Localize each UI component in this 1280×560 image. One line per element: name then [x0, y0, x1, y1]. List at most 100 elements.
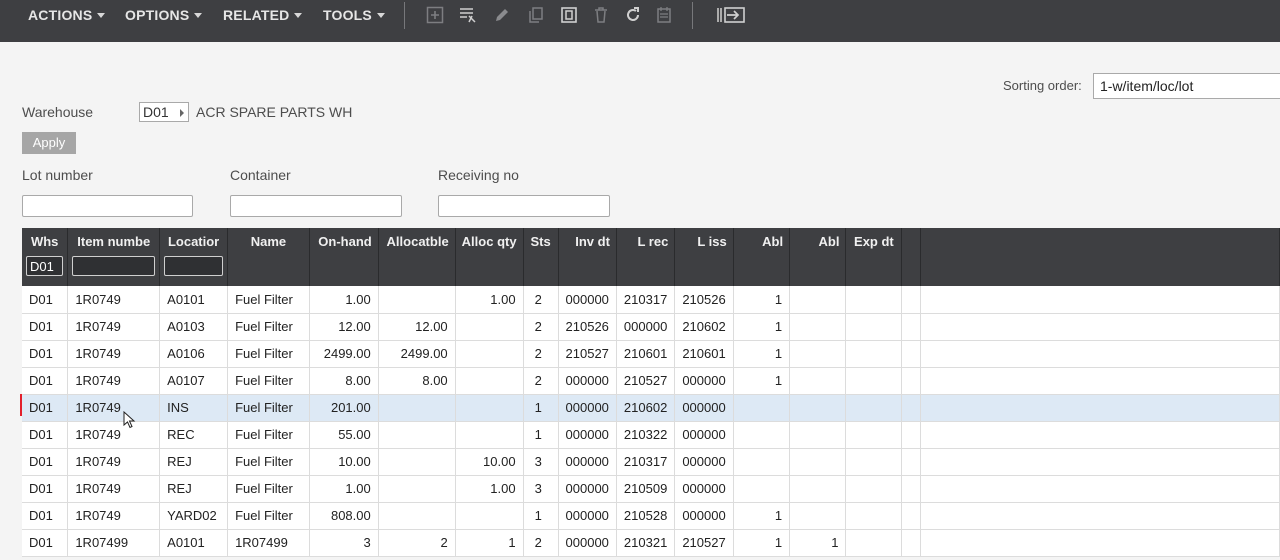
- menu-tools[interactable]: TOOLS: [323, 6, 385, 24]
- container-label: Container: [230, 167, 291, 183]
- table-cell: 1: [733, 529, 791, 557]
- column-header[interactable]: [901, 228, 922, 286]
- table-cell: 3: [309, 529, 379, 557]
- column-header[interactable]: On-hand: [309, 228, 379, 286]
- column-header[interactable]: Locatior: [159, 228, 229, 286]
- table-cell: 1: [455, 529, 524, 557]
- table-cell: [901, 448, 922, 476]
- lot-number-input[interactable]: [22, 195, 193, 217]
- column-header[interactable]: Exp dt: [845, 228, 903, 286]
- calendar-icon[interactable]: [654, 5, 674, 25]
- table-cell: [378, 502, 456, 530]
- table-row[interactable]: D01 1R0749 REC Fuel Filter 55.00 1 000000 21032…: [22, 421, 1280, 449]
- table-cell: 210601: [616, 340, 676, 368]
- column-filter-input[interactable]: [72, 256, 156, 276]
- table-row[interactable]: D01 1R0749 INS Fuel Filter 201.00 1 000000 2106…: [22, 394, 1280, 422]
- receiving-no-input[interactable]: [438, 195, 610, 217]
- table-cell: 210321: [616, 529, 676, 557]
- warehouse-label: Warehouse: [22, 104, 94, 120]
- table-row[interactable]: D01 1R0749 A0103 Fuel Filter 12.00 12.00 2 2105…: [22, 313, 1280, 341]
- column-header-filler: [920, 228, 1280, 286]
- table-cell: [901, 340, 922, 368]
- column-header-label: Whs: [30, 234, 59, 249]
- table-row[interactable]: D01 1R0749 A0106 Fuel Filter 2499.00 2499.00 2…: [22, 340, 1280, 368]
- table-cell: 210509: [616, 475, 676, 503]
- filter-list-icon[interactable]: [458, 5, 478, 25]
- table-cell: 000000: [558, 421, 617, 449]
- refresh-icon[interactable]: [623, 5, 643, 25]
- navigate-icon[interactable]: [716, 5, 746, 25]
- table-cell: [845, 367, 903, 395]
- table-cell: [733, 475, 791, 503]
- apply-button[interactable]: Apply: [22, 132, 76, 154]
- copy-icon[interactable]: [526, 5, 546, 25]
- menu-actions[interactable]: ACTIONS: [28, 6, 106, 24]
- column-header[interactable]: Allocatble: [378, 228, 456, 286]
- table-cell: Fuel Filter: [227, 313, 310, 341]
- balance-table: Whs Item numbe Locatior Name On-hand Allocatb…: [22, 228, 1280, 557]
- table-cell: 2: [378, 529, 456, 557]
- table-row[interactable]: D01 1R07499 A0101 1R07499 3 2 1 2 000000 210321 21…: [22, 529, 1280, 557]
- mouse-cursor-icon: [123, 411, 136, 429]
- column-header[interactable]: Sts: [523, 228, 559, 286]
- table-row[interactable]: D01 1R0749 REJ Fuel Filter 10.00 10.00 3 000000…: [22, 448, 1280, 476]
- table-cell: Fuel Filter: [227, 475, 310, 503]
- sorting-order-select[interactable]: 1-w/item/loc/lot: [1093, 73, 1280, 99]
- table-cell: INS: [159, 394, 229, 422]
- column-filter-input[interactable]: [26, 256, 64, 276]
- container-input[interactable]: [230, 195, 402, 217]
- table-cell: Fuel Filter: [227, 286, 310, 314]
- menu-related[interactable]: RELATED: [223, 6, 303, 24]
- edit-icon[interactable]: [492, 5, 512, 25]
- table-cell: 2: [523, 340, 559, 368]
- warehouse-prompt-field[interactable]: D01: [139, 102, 189, 122]
- column-header[interactable]: Alloc qty: [455, 228, 524, 286]
- add-icon[interactable]: [425, 5, 445, 25]
- table-cell: 808.00: [309, 502, 379, 530]
- table-row[interactable]: D01 1R0749 A0101 Fuel Filter 1.00 1.00 2 000000…: [22, 286, 1280, 314]
- column-header[interactable]: Abl: [789, 228, 847, 286]
- table-cell-filler: [920, 529, 1280, 557]
- table-cell: 000000: [558, 394, 617, 422]
- column-filter-input[interactable]: [164, 256, 224, 276]
- column-header[interactable]: Item numbe: [67, 228, 161, 286]
- column-header[interactable]: L iss: [674, 228, 734, 286]
- column-header[interactable]: Whs: [22, 228, 69, 286]
- column-header-label: Item numbe: [77, 234, 151, 249]
- table-cell: 201.00: [309, 394, 379, 422]
- column-header[interactable]: Abl: [733, 228, 791, 286]
- delete-icon[interactable]: [591, 5, 611, 25]
- table-cell: 1R0749: [67, 367, 161, 395]
- table-cell: [845, 529, 903, 557]
- table-cell: Fuel Filter: [227, 367, 310, 395]
- table-cell-filler: [920, 367, 1280, 395]
- table-cell: [378, 286, 456, 314]
- table-cell: 1.00: [309, 475, 379, 503]
- column-header[interactable]: L rec: [616, 228, 676, 286]
- duplicate-icon[interactable]: [559, 5, 579, 25]
- table-cell: 1: [733, 313, 791, 341]
- table-cell: 1R0749: [67, 340, 161, 368]
- menu-options[interactable]: OPTIONS: [125, 6, 203, 24]
- table-cell: 1: [733, 286, 791, 314]
- table-row[interactable]: D01 1R0749 A0107 Fuel Filter 8.00 8.00 2 000000…: [22, 367, 1280, 395]
- table-cell: [455, 394, 524, 422]
- caret-down-icon: [97, 12, 106, 18]
- table-row[interactable]: D01 1R0749 REJ Fuel Filter 1.00 1.00 3 000000 21…: [22, 475, 1280, 503]
- table-cell: 210602: [616, 394, 676, 422]
- table-cell-filler: [920, 502, 1280, 530]
- column-header[interactable]: Inv dt: [558, 228, 617, 286]
- receiving-no-label: Receiving no: [438, 167, 519, 183]
- table-cell: 000000: [558, 367, 617, 395]
- table-cell: 1: [733, 340, 791, 368]
- table-cell: 2: [523, 367, 559, 395]
- table-cell: 12.00: [378, 313, 456, 341]
- table-cell: 1: [523, 502, 559, 530]
- table-cell: 1R07499: [67, 529, 161, 557]
- table-cell: A0103: [159, 313, 229, 341]
- prompt-arrow-icon[interactable]: [180, 109, 184, 117]
- column-header[interactable]: Name: [227, 228, 310, 286]
- table-row[interactable]: D01 1R0749 YARD02 Fuel Filter 808.00 1 000000 2…: [22, 502, 1280, 530]
- table-cell: 210322: [616, 421, 676, 449]
- table-cell: 3: [523, 448, 559, 476]
